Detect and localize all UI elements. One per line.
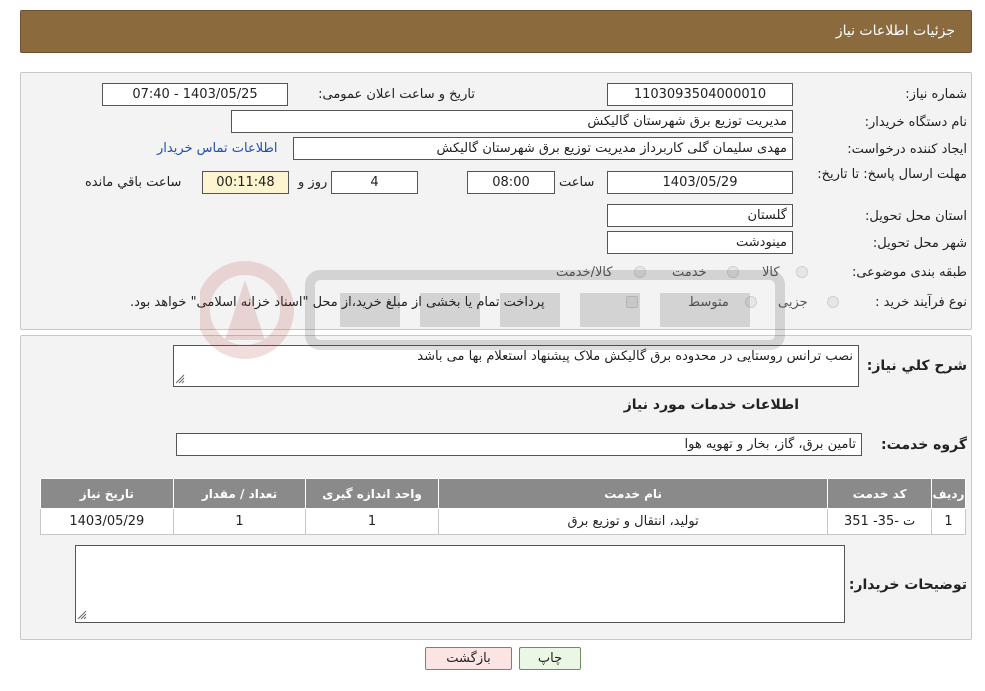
announce-datetime-field: 1403/05/25 - 07:40 <box>102 83 288 106</box>
category-goods-radio[interactable] <box>796 266 808 278</box>
summary-textarea[interactable]: نصب ترانس روستایی در محدوده برق گالیکش م… <box>173 345 859 387</box>
col-qty: تعداد / مقدار <box>172 478 307 509</box>
process-minor-radio[interactable] <box>827 296 839 308</box>
col-date: تاریخ نیاز <box>40 478 174 509</box>
announce-datetime-label: تاریخ و ساعت اعلان عمومی: <box>318 87 475 102</box>
treasury-note: پرداخت تمام یا بخشی از مبلغ خرید،از محل … <box>130 295 545 310</box>
back-button[interactable]: بازگشت <box>425 647 512 670</box>
category-goods-label: کالا <box>762 265 780 280</box>
category-goods-service-label: کالا/خدمت <box>556 265 613 280</box>
summary-text: نصب ترانس روستایی در محدوده برق گالیکش م… <box>417 349 853 364</box>
page-header: جزئیات اطلاعات نیاز <box>20 10 972 53</box>
page-title: جزئیات اطلاعات نیاز <box>835 23 955 39</box>
process-medium-radio[interactable] <box>745 296 757 308</box>
cell-code: ت -35- 351 <box>827 508 932 535</box>
resize-grip-icon[interactable] <box>175 374 185 384</box>
category-goods-service-radio[interactable] <box>634 266 646 278</box>
deadline-time-label: ساعت <box>559 175 595 190</box>
col-unit: واحد اندازه گیری <box>305 478 439 509</box>
province-field: گلستان <box>607 204 793 227</box>
summary-label: شرح کلي نياز: <box>866 358 967 374</box>
col-row: ردیف <box>930 478 967 509</box>
treasury-checkbox[interactable] <box>626 296 638 308</box>
buyer-org-field: مدیریت توزیع برق شهرستان گالیکش <box>231 110 793 133</box>
province-label: استان محل تحویل: <box>865 209 967 224</box>
cell-qty: 1 <box>172 508 307 535</box>
process-medium-label: متوسط <box>688 295 729 310</box>
remaining-label: ساعت باقي مانده <box>85 175 182 190</box>
col-name: نام خدمت <box>437 478 829 509</box>
city-field: مینودشت <box>607 231 793 254</box>
days-label: روز و <box>298 175 328 190</box>
services-table: ردیف کد خدمت نام خدمت واحد اندازه گیری ت… <box>40 478 967 535</box>
table-row: 1 ت -35- 351 تولید، انتقال و توزیع برق 1… <box>40 508 967 535</box>
cell-row: 1 <box>930 508 967 535</box>
buyer-org-label: نام دستگاه خریدار: <box>864 115 967 130</box>
remaining-days-field: 4 <box>331 171 418 194</box>
table-header-row: ردیف کد خدمت نام خدمت واحد اندازه گیری ت… <box>40 478 967 509</box>
cell-unit: 1 <box>305 508 439 535</box>
cell-name: تولید، انتقال و توزیع برق <box>437 508 829 535</box>
service-group-field: تامین برق، گاز، بخار و تهویه هوا <box>176 433 862 456</box>
resize-grip-icon[interactable] <box>77 610 87 620</box>
service-group-label: گروه خدمت: <box>881 437 967 453</box>
need-number-label: شماره نیاز: <box>905 87 967 102</box>
deadline-date-field: 1403/05/29 <box>607 171 793 194</box>
deadline-label: مهلت ارسال پاسخ: تا تاریخ: <box>817 167 967 182</box>
process-label: نوع فرآیند خرید : <box>875 295 967 310</box>
creator-label: ایجاد کننده درخواست: <box>847 142 967 157</box>
buyer-notes-label: توضیحات خریدار: <box>848 577 967 593</box>
buyer-notes-textarea[interactable] <box>75 545 845 623</box>
creator-field: مهدی سلیمان گلی کاربرداز مدیریت توزیع بر… <box>293 137 793 160</box>
cell-date: 1403/05/29 <box>40 508 174 535</box>
col-code: کد خدمت <box>827 478 932 509</box>
remaining-time-field: 00:11:48 <box>202 171 289 194</box>
buyer-contact-link[interactable]: اطلاعات تماس خریدار <box>157 141 277 156</box>
print-button[interactable]: چاپ <box>519 647 581 670</box>
need-number-field: 1103093504000010 <box>607 83 793 106</box>
deadline-time-field: 08:00 <box>467 171 555 194</box>
category-service-radio[interactable] <box>727 266 739 278</box>
category-service-label: خدمت <box>672 265 707 280</box>
services-table-wrap: ردیف کد خدمت نام خدمت واحد اندازه گیری ت… <box>40 478 967 535</box>
city-label: شهر محل تحویل: <box>872 236 967 251</box>
services-section-title: اطلاعات خدمات مورد نیاز <box>623 397 799 413</box>
process-minor-label: جزیی <box>778 295 808 310</box>
category-label: طبقه بندی موضوعی: <box>851 265 967 280</box>
